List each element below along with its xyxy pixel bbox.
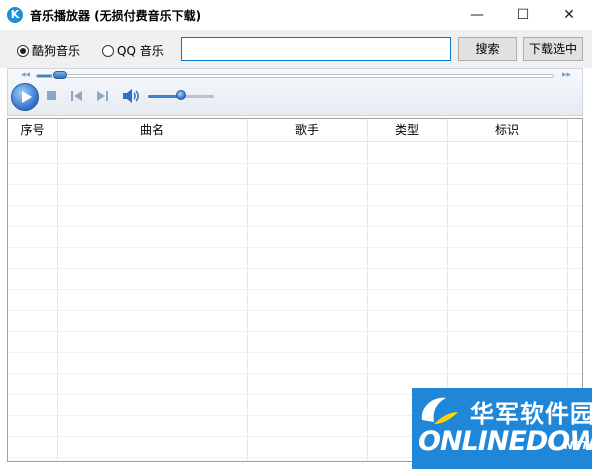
search-button[interactable]: 搜索	[458, 37, 517, 61]
source-label-kugou: 酷狗音乐	[32, 44, 81, 58]
prev-icon[interactable]	[70, 89, 84, 103]
grid-row-line	[8, 247, 582, 248]
volume-icon[interactable]	[122, 88, 140, 104]
player-panel: ◂◂ ▸▸	[7, 68, 583, 116]
grid-column-line	[367, 119, 368, 461]
grid-row-line	[8, 205, 582, 206]
seek-thumb[interactable]	[52, 71, 67, 79]
grid-row-line	[8, 331, 582, 332]
source-radio-qq[interactable]: QQ 音乐	[102, 42, 164, 59]
download-selected-button[interactable]: 下载选中	[523, 37, 583, 61]
next-icon[interactable]	[96, 89, 110, 103]
title-bar: K 音乐播放器 (无损付费音乐下载) — ☐ ✕	[0, 0, 592, 30]
watermark-cn-text: 华军软件园	[470, 400, 592, 428]
grid-column-line	[57, 119, 58, 461]
grid-row-line	[8, 184, 582, 185]
seek-fill	[37, 75, 53, 77]
grid-row-line	[8, 352, 582, 353]
grid-row-line	[8, 163, 582, 164]
seek-forward-icon[interactable]: ▸▸	[562, 70, 571, 80]
list-header: 序号 曲名 歌手 类型 标识	[8, 119, 582, 142]
column-header-artist[interactable]: 歌手	[247, 119, 367, 141]
play-icon[interactable]	[11, 83, 39, 111]
watermark-logo-icon	[421, 397, 458, 424]
grid-row-line	[8, 373, 582, 374]
search-input[interactable]	[181, 37, 451, 61]
grid-row-line	[8, 226, 582, 227]
minimize-button[interactable]: —	[454, 0, 500, 30]
close-button[interactable]: ✕	[546, 0, 592, 30]
stop-icon[interactable]	[45, 89, 59, 103]
window-title: 音乐播放器 (无损付费音乐下载)	[30, 9, 202, 23]
source-radio-kugou[interactable]: 酷狗音乐	[17, 42, 80, 59]
watermark-suffix: .NET	[560, 439, 589, 452]
column-header-tag[interactable]: 标识	[447, 119, 567, 141]
watermark: 华军软件园 ONLINEDOWN .NET	[412, 388, 592, 469]
column-header-type[interactable]: 类型	[367, 119, 447, 141]
grid-row-line	[8, 310, 582, 311]
source-label-qq: QQ 音乐	[117, 44, 164, 58]
seek-bar[interactable]	[36, 74, 554, 78]
grid-row-line	[8, 268, 582, 269]
column-header-title[interactable]: 曲名	[57, 119, 247, 141]
app-icon: K	[7, 7, 23, 23]
search-toolbar: 酷狗音乐 QQ 音乐 搜索 下载选中	[0, 30, 592, 68]
volume-thumb[interactable]	[176, 90, 186, 100]
radio-circle-checked	[17, 44, 29, 57]
grid-column-line	[247, 119, 248, 461]
radio-circle	[102, 44, 114, 57]
maximize-button[interactable]: ☐	[500, 0, 546, 30]
seek-back-icon[interactable]: ◂◂	[21, 70, 30, 80]
grid-row-line	[8, 289, 582, 290]
column-header-index[interactable]: 序号	[8, 119, 57, 141]
